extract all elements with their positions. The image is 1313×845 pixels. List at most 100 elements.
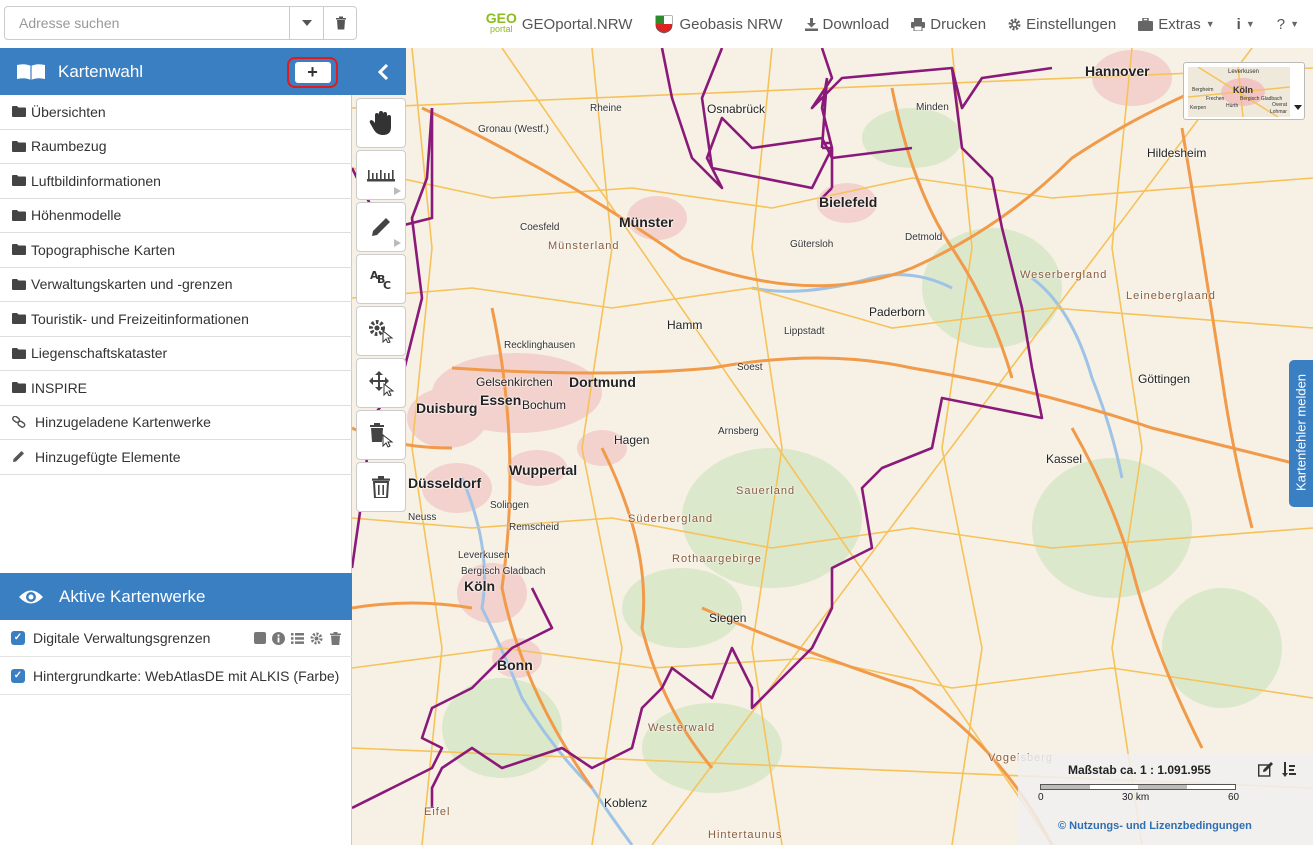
trash-icon: [335, 16, 346, 30]
measure-tool-button[interactable]: [356, 150, 406, 200]
layer-info-icon[interactable]: [272, 631, 285, 645]
layer-tools: [253, 619, 342, 657]
geoportal-logo: GEO portal: [485, 10, 517, 34]
add-map-button[interactable]: +: [287, 57, 338, 88]
info-menu[interactable]: i ▼: [1226, 0, 1266, 48]
region-label: Westerwald: [648, 722, 716, 734]
map-category-list: Übersichten Raumbezug Luftbildinformatio…: [0, 95, 352, 475]
city-label: Osnabrück: [707, 102, 766, 116]
print-icon: [911, 17, 926, 31]
folder-icon: [12, 382, 27, 394]
layer-visibility-checkbox[interactable]: ✓: [11, 668, 25, 683]
help-menu[interactable]: ? ▼: [1266, 0, 1313, 48]
active-layer-item: ✓ Hintergrundkarte: WebAtlasDE mit ALKIS…: [0, 657, 352, 695]
city-label: Lippstadt: [784, 326, 825, 337]
active-layer-item: ✓ Digitale Verwaltungsgrenzen: [0, 619, 352, 657]
edit-tool-button[interactable]: [356, 306, 406, 356]
scale-bar: [1040, 784, 1236, 790]
report-map-error-tab[interactable]: Kartenfehler melden: [1289, 360, 1313, 507]
map-toolbar: ABC: [356, 98, 406, 514]
search-input[interactable]: [5, 7, 289, 39]
city-label: Paderborn: [869, 305, 926, 319]
move-icon: [369, 371, 394, 396]
city-label: Coesfeld: [520, 222, 560, 233]
caret-down-icon: ▼: [1245, 19, 1255, 29]
city-label: Leverkusen: [458, 550, 510, 561]
geobasis-link[interactable]: Geobasis NRW: [643, 0, 793, 48]
pan-hand-icon: [369, 111, 391, 135]
city-label: Siegen: [709, 611, 747, 625]
clear-all-button[interactable]: [356, 462, 406, 512]
draw-pencil-icon: [372, 218, 390, 236]
extras-menu[interactable]: Extras ▼: [1127, 0, 1225, 48]
city-label: Hamm: [667, 318, 703, 332]
category-luftbild[interactable]: Luftbildinformationen: [0, 164, 352, 199]
city-label: Hannover: [1085, 63, 1150, 79]
geobasis-label: Geobasis NRW: [679, 15, 783, 33]
category-added-elements[interactable]: Hinzugefügte Elemente: [0, 440, 352, 475]
license-link[interactable]: © Nutzungs- und Lizenzbedingungen: [1058, 820, 1252, 832]
move-tool-button[interactable]: [356, 358, 406, 408]
folder-icon: [12, 209, 27, 221]
layer-visibility-checkbox[interactable]: ✓: [11, 630, 25, 645]
pan-tool-button[interactable]: [356, 98, 406, 148]
delete-select-tool-button[interactable]: [356, 410, 406, 460]
caret-down-icon: ▼: [1290, 19, 1299, 29]
category-liegenschaftskataster[interactable]: Liegenschaftskataster: [0, 337, 352, 371]
caret-down-icon: ▼: [1205, 19, 1215, 29]
folder-icon: [12, 140, 27, 152]
overview-label: Köln: [1233, 85, 1253, 95]
pencil-icon: [12, 450, 27, 463]
layer-style-icon[interactable]: [253, 632, 266, 645]
download-label: Download: [822, 15, 890, 33]
overview-map[interactable]: Leverkusen Köln Bergisch Gladbach Freche…: [1183, 62, 1305, 120]
settings-link[interactable]: Einstellungen: [997, 0, 1127, 48]
collapse-panel-button[interactable]: [360, 48, 406, 95]
search-dropdown-button[interactable]: [289, 7, 323, 39]
category-loaded-maps[interactable]: Hinzugeladene Kartenwerke: [0, 406, 352, 440]
text-tool-button[interactable]: ABC: [356, 254, 406, 304]
edit-settings-icon: [369, 320, 394, 343]
map-canvas[interactable]: Hannover Osnabrück Bielefeld Münster Dor…: [352, 48, 1313, 845]
chevron-left-icon: [377, 63, 389, 80]
category-uebersichten[interactable]: Übersichten: [0, 95, 352, 130]
download-link[interactable]: Download: [794, 0, 901, 48]
layer-legend-icon[interactable]: [291, 632, 304, 645]
gear-icon: [1008, 18, 1021, 30]
search-clear-button[interactable]: [323, 7, 357, 39]
overview-label: Bergheim: [1192, 87, 1214, 93]
city-label: Wuppertal: [509, 462, 578, 478]
layer-settings-icon[interactable]: [310, 632, 323, 645]
edit-scale-icon[interactable]: [1258, 762, 1274, 777]
layer-label: Digitale Verwaltungsgrenzen: [33, 629, 211, 646]
layer-label: Hintergrundkarte: WebAtlasDE mit ALKIS (…: [33, 667, 340, 684]
category-hoehenmodelle[interactable]: Höhenmodelle: [0, 199, 352, 233]
sort-scale-icon[interactable]: [1282, 762, 1296, 778]
print-link[interactable]: Drucken: [900, 0, 997, 48]
folder-icon: [12, 175, 27, 187]
draw-tool-button[interactable]: [356, 202, 406, 252]
city-label: Hildesheim: [1147, 146, 1207, 160]
city-label: Dortmund: [569, 374, 636, 390]
caret-down-icon: [1294, 105, 1302, 110]
category-verwaltungskarten[interactable]: Verwaltungskarten und -grenzen: [0, 268, 352, 302]
category-topographische-karten[interactable]: Topographische Karten: [0, 233, 352, 268]
report-tab-label: Kartenfehler melden: [1293, 373, 1309, 492]
layer-delete-icon[interactable]: [329, 631, 342, 645]
geoportal-link[interactable]: GEO portal GEOportal.NRW: [475, 0, 644, 48]
city-label: Bochum: [522, 398, 567, 412]
address-search: [4, 6, 357, 40]
category-inspire[interactable]: INSPIRE: [0, 371, 352, 406]
city-label: Rheine: [590, 103, 622, 114]
region-label: Sauerland: [736, 485, 796, 497]
folder-icon: [12, 244, 27, 256]
category-raumbezug[interactable]: Raumbezug: [0, 130, 352, 164]
category-touristik[interactable]: Touristik- und Freizeitinformationen: [0, 302, 352, 337]
city-label: Detmold: [905, 232, 943, 243]
scale-tick: 60: [1228, 792, 1240, 803]
folder-icon: [12, 106, 27, 118]
region-label: Hintertaunus: [708, 829, 783, 841]
city-label: Duisburg: [416, 400, 478, 416]
city-label: Solingen: [490, 500, 529, 511]
city-label: Essen: [480, 392, 522, 408]
